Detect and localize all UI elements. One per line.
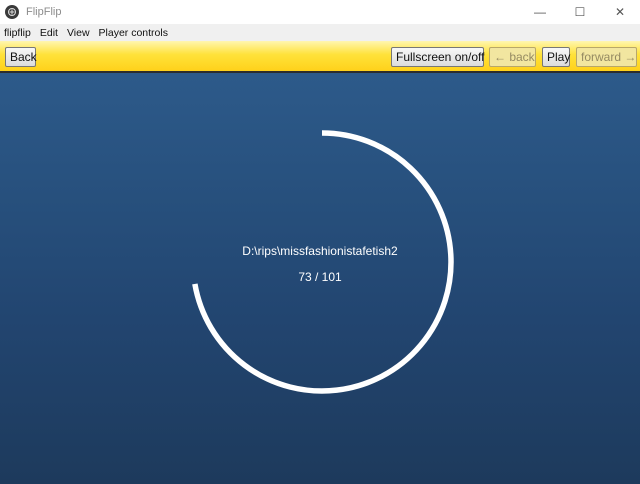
player-toolbar: Back Fullscreen on/off ← back Play forwa…: [0, 41, 640, 73]
menu-edit[interactable]: Edit: [36, 27, 63, 39]
menu-bar: flipflip Edit View Player controls: [0, 24, 640, 41]
load-progress-count: 73 / 101: [298, 270, 342, 284]
window-title: FlipFlip: [26, 6, 62, 18]
minimize-icon[interactable]: —: [520, 0, 560, 24]
flipflip-app-icon: [5, 5, 19, 19]
previous-image-button[interactable]: ← back: [489, 47, 536, 67]
menu-view[interactable]: View: [63, 27, 95, 39]
menu-flipflip[interactable]: flipflip: [0, 27, 36, 39]
player-area: D:\rips\missfashionistafetish2 73 / 101: [0, 73, 640, 484]
back-button[interactable]: Back: [5, 47, 37, 67]
source-directory-path: D:\rips\missfashionistafetish2: [242, 244, 398, 258]
close-icon[interactable]: ✕: [600, 0, 640, 24]
title-bar: FlipFlip — ☐ ✕: [0, 0, 640, 24]
window-controls: — ☐ ✕: [520, 0, 640, 24]
maximize-icon[interactable]: ☐: [560, 0, 600, 24]
fullscreen-toggle-button[interactable]: Fullscreen on/off: [391, 47, 485, 67]
menu-player-controls[interactable]: Player controls: [95, 27, 173, 39]
next-image-button[interactable]: forward →: [576, 47, 637, 67]
play-button[interactable]: Play: [542, 47, 570, 67]
progress-arc: [192, 130, 454, 394]
